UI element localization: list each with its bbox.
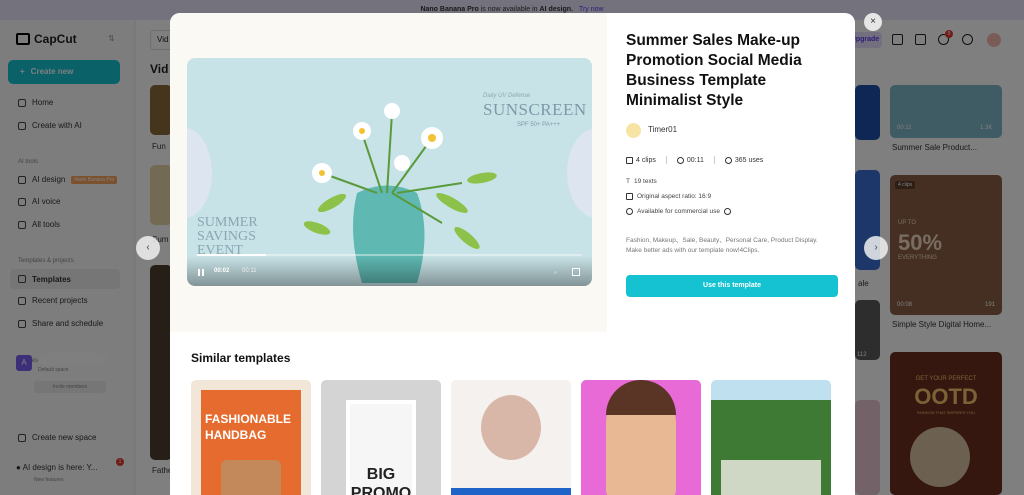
author-avatar[interactable] xyxy=(626,123,641,138)
card-art-hair xyxy=(606,380,676,415)
card-text: FASHIONABLE xyxy=(205,412,292,426)
close-modal-button[interactable]: × xyxy=(864,13,882,31)
template-stats: 4 clips 00:11 365 uses xyxy=(626,156,763,164)
template-title: Summer Sales Make-up Promotion Social Me… xyxy=(626,32,802,109)
texts-info: T 19 texts xyxy=(626,178,657,185)
previous-template-button[interactable]: ‹ xyxy=(136,236,160,260)
similar-template-card[interactable] xyxy=(451,380,571,495)
card-art-stripe xyxy=(451,488,571,495)
similar-templates-heading: Similar templates xyxy=(191,351,291,365)
card-art-ground xyxy=(721,460,821,495)
use-template-button[interactable]: Use this template xyxy=(626,275,838,297)
card-text: HANDBAG xyxy=(205,428,267,442)
clock-icon xyxy=(676,156,684,164)
info-icon[interactable] xyxy=(723,208,731,215)
duration: 00:11 xyxy=(686,156,704,164)
video-player[interactable]: Daily UV Defense SUNSCREEN SPF 50+ PA+++ xyxy=(187,58,592,286)
divider xyxy=(665,156,667,164)
clips-stat: 4 clips xyxy=(626,156,656,164)
aspect-info: Original aspect ratio: 16:9 xyxy=(626,193,711,200)
card-text: BIG xyxy=(366,466,396,483)
shield-icon xyxy=(626,208,633,215)
duration-stat: 00:11 xyxy=(676,156,704,164)
text-icon: T xyxy=(626,178,630,185)
overlay-line: SUMMER xyxy=(197,215,258,230)
uses-count: 365 uses xyxy=(734,156,764,164)
preview-panel: Daily UV Defense SUNSCREEN SPF 50+ PA+++ xyxy=(170,13,607,332)
decorative-blob xyxy=(187,128,212,218)
similar-template-card[interactable]: FASHIONABLE HANDBAG xyxy=(191,380,311,495)
similar-template-card[interactable] xyxy=(581,380,701,495)
pause-icon[interactable] xyxy=(198,269,204,276)
flame-icon xyxy=(724,156,732,164)
divider xyxy=(713,156,715,164)
fullscreen-icon[interactable] xyxy=(572,268,580,276)
author-name[interactable]: Timer01 xyxy=(648,125,677,134)
similar-template-card[interactable]: BIG PROMO xyxy=(321,380,441,495)
clips-count: 4 clips xyxy=(636,156,656,164)
uses-stat: 365 uses xyxy=(724,156,764,164)
film-icon xyxy=(626,156,633,164)
commercial-use: Available for commercial use xyxy=(637,208,720,215)
video-overlay-text: SUMMER SAVINGS EVENT xyxy=(197,216,258,258)
template-description: Fashion, Makeup、Sale, Beauty、Personal Ca… xyxy=(626,237,818,254)
commercial-info: Available for commercial use xyxy=(626,208,731,215)
total-time: 00:11 xyxy=(242,268,257,274)
current-time: 00:02 xyxy=(214,268,230,274)
card-text: PROMO xyxy=(350,485,412,495)
decorative-blob xyxy=(567,128,592,218)
video-progress-fill xyxy=(197,254,267,256)
aspect-ratio-icon xyxy=(626,193,633,200)
next-template-button[interactable]: › xyxy=(864,236,888,260)
card-art-image xyxy=(481,395,541,460)
texts-count: 19 texts xyxy=(633,178,657,185)
video-subline: SPF 50+ PA+++ xyxy=(517,122,561,128)
similar-template-card[interactable] xyxy=(711,380,831,495)
template-detail-modal: Daily UV Defense SUNSCREEN SPF 50+ PA+++ xyxy=(170,13,855,495)
volume-icon[interactable]: ◦ xyxy=(554,268,557,277)
overlay-line: SAVINGS xyxy=(197,229,256,244)
handbag-image xyxy=(221,460,281,495)
video-progress-bar[interactable] xyxy=(197,254,582,256)
aspect-ratio: Original aspect ratio: 16:9 xyxy=(637,193,712,200)
